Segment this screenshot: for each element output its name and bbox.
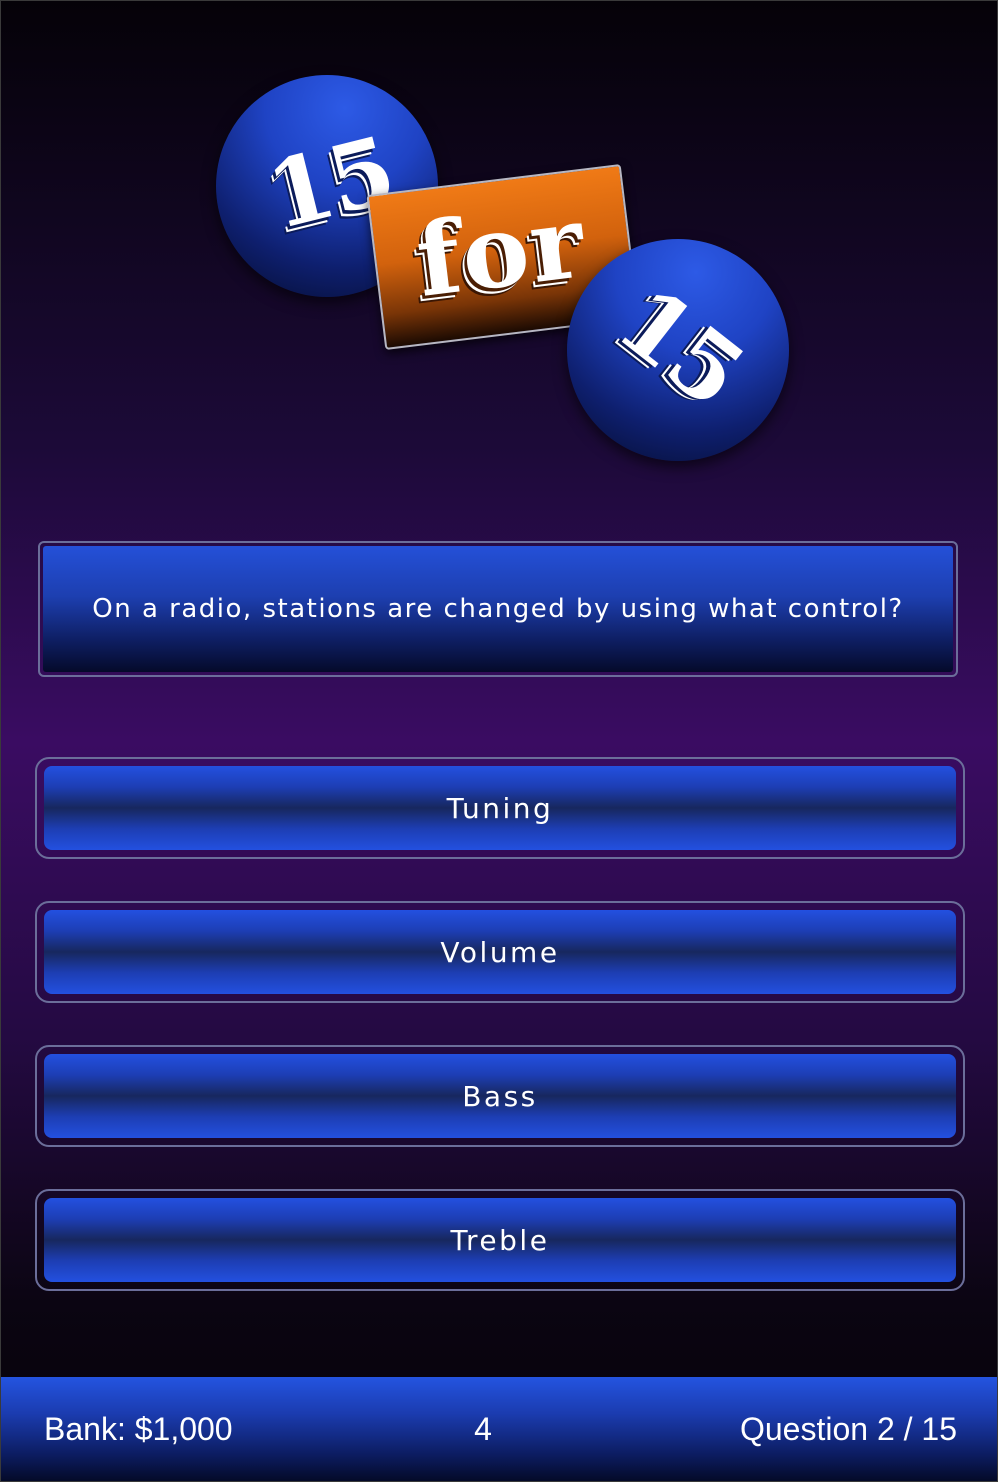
answer-button-3[interactable]: Bass [35,1045,965,1147]
answer-button-1[interactable]: Tuning [35,757,965,859]
answer-button-4[interactable]: Treble [35,1189,965,1291]
answer-label-1: Tuning [44,766,956,850]
answer-label-2: Volume [44,910,956,994]
answer-label-3: Bass [44,1054,956,1138]
question-panel: On a radio, stations are changed by usin… [38,541,958,677]
game-logo: 15 15 for [1,1,997,471]
answer-button-2[interactable]: Volume [35,901,965,1003]
question-counter: Question 2 / 15 [739,1411,957,1447]
answer-label-4: Treble [44,1198,956,1282]
question-text: On a radio, stations are changed by usin… [43,546,953,672]
game-screen: 15 15 for On a radio, stations are chang… [0,0,998,1482]
status-bar: Bank: $1,000 4 Question 2 / 15 [1,1377,997,1481]
